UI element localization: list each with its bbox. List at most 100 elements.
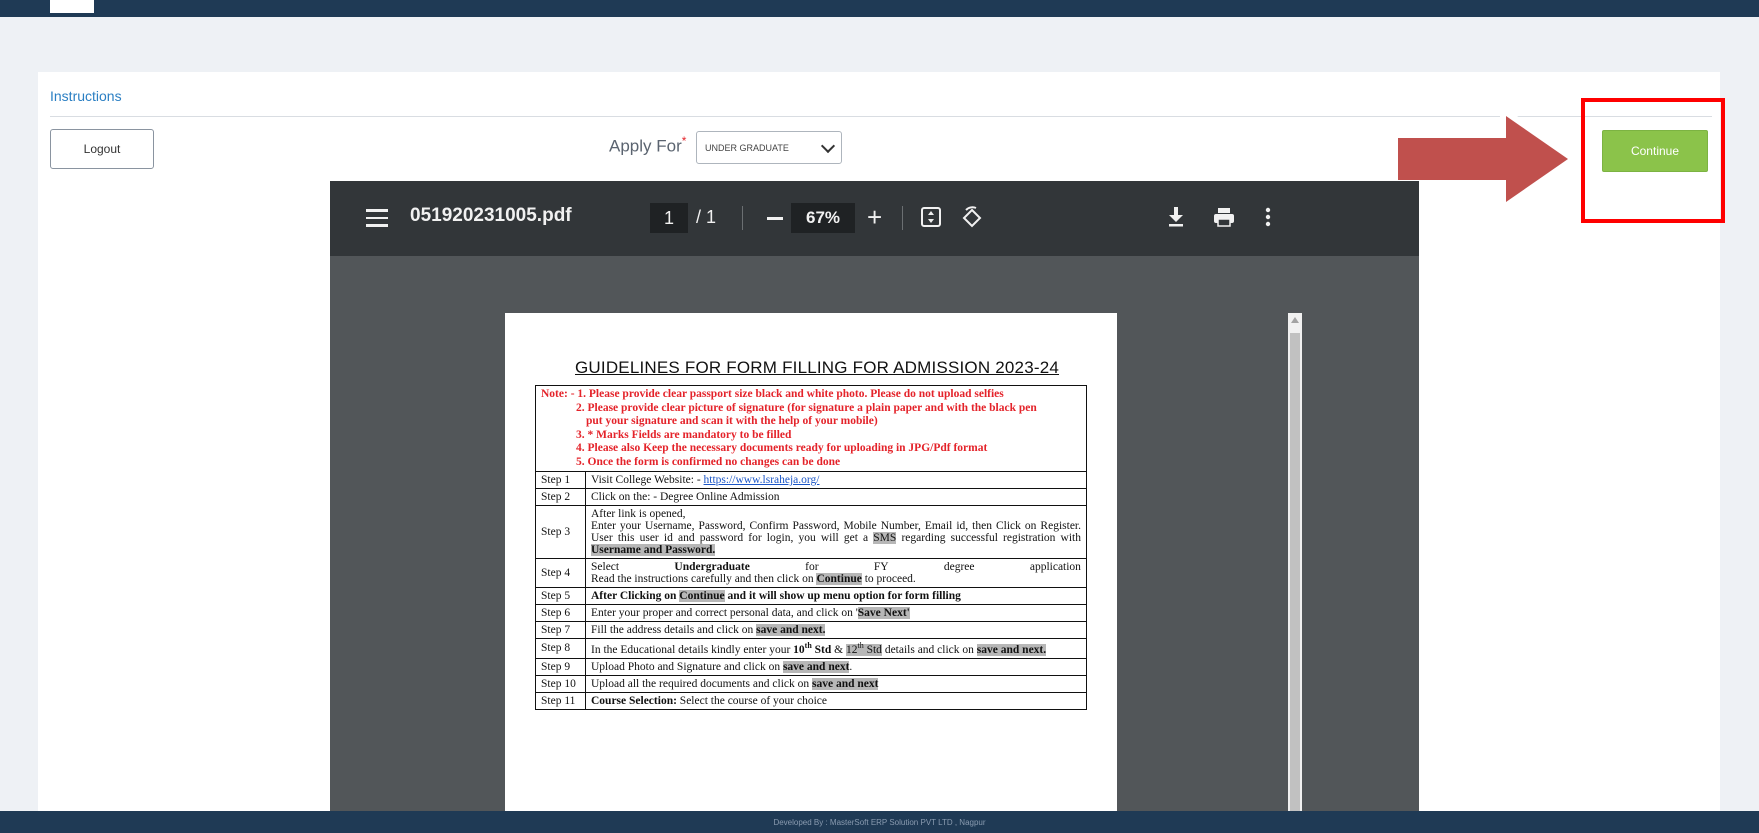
step-label: Step 2 — [535, 488, 586, 506]
note-line: 5. Once the form is confirmed no changes… — [576, 455, 841, 468]
apply-for-text: Apply For — [609, 136, 682, 156]
step-text-part: & — [831, 643, 846, 656]
pdf-scrollbar[interactable] — [1288, 313, 1302, 821]
pdf-viewer: 051920231005.pdf 1 / 1 67% + GUIDELINES … — [330, 181, 1419, 821]
step-text-part: 10th Std — [793, 641, 832, 656]
step-text: Click on the: - Degree Online Admission — [585, 488, 1087, 506]
step-text-part: FY — [873, 561, 889, 573]
note-line: Note: - 1. Please provide clear passport… — [541, 388, 1004, 400]
scrollbar-thumb[interactable] — [1290, 333, 1300, 819]
table-row: Step 9 Upload Photo and Signature and cl… — [535, 657, 1087, 676]
step-text: After link is opened, Enter your Username… — [585, 505, 1087, 559]
pdf-page: GUIDELINES FOR FORM FILLING FOR ADMISSIO… — [505, 313, 1117, 821]
step-text-part: degree — [943, 561, 975, 573]
apply-for-select[interactable]: UNDER GRADUATE — [696, 131, 842, 164]
note-line: put your signature and scan it with the … — [586, 415, 878, 427]
highlight-box — [1581, 98, 1725, 223]
step-highlight: save and next. — [976, 643, 1047, 656]
required-marker: * — [681, 134, 687, 148]
step-line: Select Undergraduate for FY degree appli… — [591, 561, 1081, 573]
step-text: Enter your proper and correct personal d… — [585, 604, 1087, 622]
table-row: Step 1 Visit College Website: - https://… — [535, 471, 1087, 489]
step-label: Step 1 — [535, 471, 586, 489]
step-highlight: 12th Std — [845, 641, 882, 656]
step-highlight: Save Next' — [857, 607, 910, 619]
step-highlight: save and next — [782, 660, 850, 673]
notes-cell: Note: - 1. Please provide clear passport… — [535, 385, 1087, 472]
zoom-level-input[interactable]: 67% — [791, 203, 855, 233]
college-website-link[interactable]: https://www.lsraheja.org/ — [704, 474, 820, 486]
download-icon[interactable] — [1166, 206, 1186, 228]
step-label: Step 10 — [535, 674, 586, 693]
card-title: Instructions — [50, 88, 122, 104]
table-row: Step 4 Select Undergraduate for FY degre… — [535, 558, 1087, 588]
zoom-out-icon[interactable] — [767, 217, 783, 220]
step-text-part: In the Educational details kindly enter … — [591, 643, 794, 656]
step-label: Step 4 — [535, 558, 586, 588]
instructions-card: Instructions Logout Apply For* UNDER GRA… — [38, 72, 1725, 821]
pdf-toolbar: 051920231005.pdf 1 / 1 67% + — [330, 181, 1419, 256]
note-line: 4. Please also Keep the necessary docume… — [576, 442, 988, 454]
toolbar-separator — [742, 206, 743, 230]
zoom-in-icon[interactable]: + — [867, 203, 882, 231]
document-title: GUIDELINES FOR FORM FILLING FOR ADMISSIO… — [575, 358, 1060, 377]
table-row: Step 11 Course Selection: Select the cou… — [535, 691, 1087, 710]
step-label: Step 9 — [535, 657, 586, 676]
step-text-part: and it will show up menu option for form… — [724, 590, 961, 602]
scroll-up-icon[interactable] — [1291, 317, 1299, 323]
step-text-part: details and click on — [881, 643, 977, 656]
step-label: Step 11 — [535, 691, 586, 710]
step-text: Select Undergraduate for FY degree appli… — [585, 558, 1087, 588]
step-text-part: for — [805, 561, 819, 573]
step-text: After Clicking on Continue and it will s… — [585, 587, 1087, 605]
more-options-icon[interactable] — [1264, 206, 1272, 228]
step-label: Step 5 — [535, 587, 586, 605]
step-text-part: After Clicking on — [591, 590, 680, 602]
apply-for-selected-value: UNDER GRADUATE — [705, 142, 789, 153]
menu-icon[interactable] — [366, 209, 388, 227]
apply-for-label: Apply For* — [609, 134, 686, 157]
step-text: Upload Photo and Signature and click on … — [585, 657, 1087, 676]
step-text-part: Upload all the required documents and cl… — [591, 677, 812, 690]
step-highlight: Continue — [679, 590, 725, 602]
step-text-part: After link is opened, — [591, 508, 686, 520]
table-row: Step 2 Click on the: - Degree Online Adm… — [535, 488, 1087, 506]
note-line: 3. * Marks Fields are mandatory to be fi… — [576, 428, 792, 441]
step-text: Upload all the required documents and cl… — [585, 674, 1087, 693]
step-text: In the Educational details kindly enter … — [585, 638, 1087, 659]
logout-button[interactable]: Logout — [50, 129, 154, 169]
print-icon[interactable] — [1213, 206, 1235, 228]
step-text-part: regarding successful registration with — [896, 532, 1081, 544]
step-text-part: Enter your proper and correct personal d… — [591, 607, 858, 619]
step-text-part: Fill the address details and click on — [591, 624, 757, 636]
page-number-input[interactable]: 1 — [650, 203, 688, 233]
toolbar-separator — [902, 206, 903, 230]
step-text-part: Course Selection: — [591, 694, 677, 707]
table-row: Step 6 Enter your proper and correct per… — [535, 604, 1087, 622]
step-text-part: to proceed. — [861, 573, 916, 585]
chevron-down-icon — [820, 138, 836, 153]
table-row: Step 10 Upload all the required document… — [535, 674, 1087, 693]
pdf-filename: 051920231005.pdf — [410, 205, 572, 226]
notes-row: Note: - 1. Please provide clear passport… — [535, 385, 1087, 472]
step-highlight: save and next. — [756, 624, 826, 636]
table-row: Step 3 After link is opened, Enter your U… — [535, 505, 1087, 559]
table-row: Step 5 After Clicking on Continue and it… — [535, 587, 1087, 605]
top-header-bar — [0, 0, 1759, 17]
step-highlight: Username and Password. — [591, 544, 716, 556]
step-highlight: Continue — [816, 573, 862, 585]
fit-page-icon[interactable] — [920, 206, 942, 228]
step-text-part: application — [1029, 561, 1081, 573]
table-row: Step 8 In the Educational details kindly… — [535, 638, 1087, 659]
rotate-icon[interactable] — [960, 206, 984, 230]
step-text-part: Select — [591, 561, 620, 573]
step-text-part: Visit College Website: - — [591, 474, 704, 486]
table-row: Step 7 Fill the address details and clic… — [535, 621, 1087, 639]
step-label: Step 8 — [535, 638, 586, 659]
step-label: Step 3 — [535, 505, 586, 559]
step-text-part: Select the course of your choice — [676, 694, 828, 707]
step-text: Course Selection: Select the course of y… — [585, 691, 1087, 710]
step-label: Step 7 — [535, 621, 586, 639]
step-text-part: Upload Photo and Signature and click on — [591, 660, 783, 673]
step-text-part: . — [849, 660, 853, 673]
